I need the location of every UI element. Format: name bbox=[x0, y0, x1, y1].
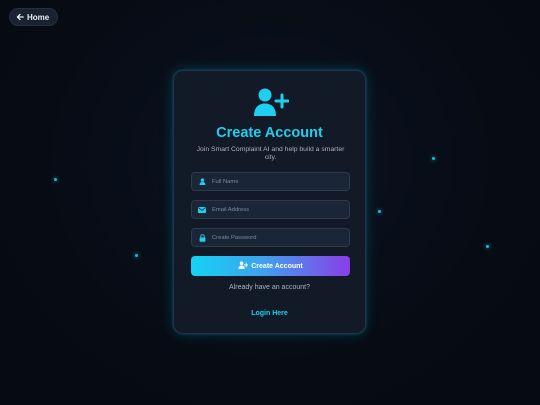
background-particle bbox=[486, 245, 489, 248]
background-particle bbox=[54, 178, 57, 181]
create-account-button[interactable]: Create Account bbox=[191, 256, 350, 276]
lock-icon bbox=[192, 233, 212, 242]
password-field[interactable] bbox=[191, 228, 350, 247]
page-title: Create Account bbox=[216, 125, 323, 141]
full-name-field[interactable] bbox=[191, 172, 350, 191]
arrow-left-icon bbox=[16, 13, 24, 21]
already-have-account-text: Already have an account? bbox=[229, 284, 310, 291]
create-account-button-label: Create Account bbox=[251, 262, 303, 270]
password-input[interactable] bbox=[212, 229, 349, 246]
email-input[interactable] bbox=[212, 201, 349, 218]
user-plus-icon bbox=[253, 87, 290, 117]
signup-card: Create Account Join Smart Complaint AI a… bbox=[173, 70, 366, 334]
background-particle bbox=[135, 254, 138, 257]
envelope-icon bbox=[192, 206, 212, 213]
page-subtitle: Join Smart Complaint AI and help build a… bbox=[196, 146, 345, 161]
home-button-label: Home bbox=[27, 12, 50, 22]
user-plus-icon bbox=[238, 261, 249, 271]
background-particle bbox=[378, 210, 381, 213]
full-name-input[interactable] bbox=[212, 173, 349, 190]
home-button[interactable]: Home bbox=[9, 8, 59, 26]
login-link[interactable]: Login Here bbox=[174, 310, 365, 317]
background-particle bbox=[432, 157, 435, 160]
user-icon bbox=[192, 178, 212, 185]
email-field[interactable] bbox=[191, 200, 350, 219]
